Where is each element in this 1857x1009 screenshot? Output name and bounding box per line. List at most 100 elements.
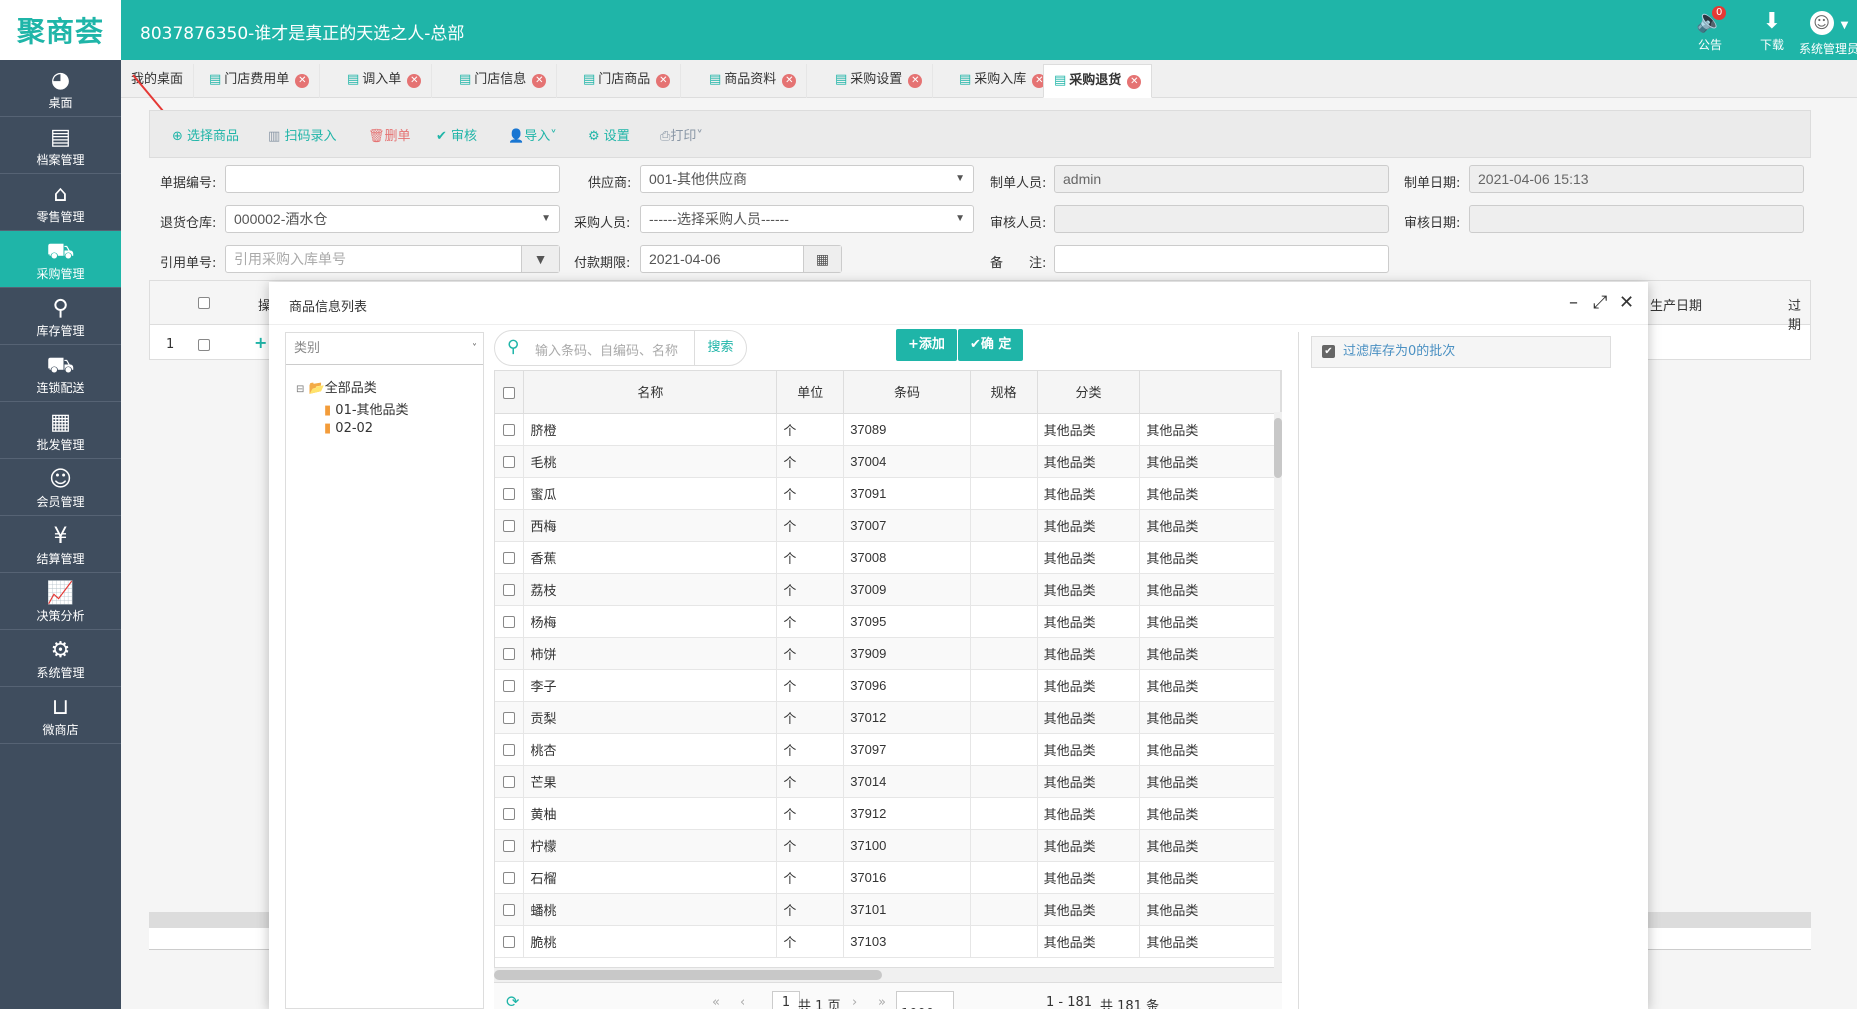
prev-page-icon[interactable]: ‹ (740, 995, 745, 1009)
user-menu[interactable]: ☺ ▼ 系统管理员 (1796, 8, 1857, 57)
print-button[interactable]: ⎙打印˅ (660, 125, 703, 144)
tab-store-expense[interactable]: ▤ 门店费用单 ✕ (199, 64, 321, 98)
pay-term-field[interactable]: 2021-04-06 ▦ (640, 245, 842, 273)
tab-transfer-in[interactable]: ▤ 调入单 ✕ (337, 64, 433, 98)
checkbox[interactable] (503, 488, 515, 501)
last-page-icon[interactable]: » (878, 995, 886, 1009)
first-page-icon[interactable]: « (712, 995, 720, 1009)
page-size-select[interactable]: 1000 ˅ (896, 991, 954, 1009)
checkbox[interactable] (503, 584, 515, 597)
delete-button[interactable]: 🗑删单 (368, 125, 411, 144)
sidebar-item-analysis[interactable]: 📈 决策分析 (0, 573, 121, 630)
checkbox[interactable] (503, 904, 515, 917)
checkbox[interactable] (503, 680, 515, 693)
close-icon[interactable]: ✕ (295, 74, 310, 88)
add-row-icon[interactable]: + (254, 333, 267, 352)
tab-purchase-settings[interactable]: ▤ 采购设置 ✕ (825, 64, 934, 98)
checkbox[interactable] (503, 744, 515, 757)
tab-store-info[interactable]: ▤ 门店信息 ✕ (449, 64, 558, 98)
filter-icon[interactable]: ▼ (521, 246, 559, 272)
checkbox[interactable] (503, 386, 516, 399)
download-button[interactable]: ⬇ 下载 (1742, 8, 1802, 53)
table-row[interactable]: 脆桃个 37103 其他品类 其他品类 (495, 925, 1281, 958)
checkbox[interactable] (503, 616, 515, 629)
calendar-icon[interactable]: ▦ (803, 246, 841, 272)
sidebar-item-archive[interactable]: ▤ 档案管理 (0, 117, 121, 174)
close-icon[interactable]: ✕ (782, 74, 797, 88)
checkbox[interactable] (503, 648, 515, 661)
checkbox[interactable] (503, 872, 515, 885)
tree-node-02[interactable]: ▮ 02-02 (324, 421, 373, 436)
page-input[interactable]: 1 (772, 991, 800, 1009)
supplier-select[interactable]: 001-其他供应商 ▼ (640, 165, 974, 193)
table-row[interactable]: 脐橙个 37089 其他品类 其他品类 (495, 413, 1281, 446)
sidebar-item-member[interactable]: ☺ 会员管理 (0, 459, 121, 516)
tab-purchase-inbound[interactable]: ▤ 采购入库 ✕ (949, 64, 1058, 98)
buyer-select[interactable]: ------选择采购人员------ ▼ (640, 205, 974, 233)
search-input[interactable]: 输入条码、自编码、名称 (535, 340, 678, 359)
select-all-goods[interactable] (495, 371, 525, 414)
sidebar-item-desktop[interactable]: ◕ 桌面 (0, 60, 121, 117)
doc-no-field[interactable] (225, 165, 560, 193)
checkbox[interactable] (503, 776, 515, 789)
column-header-unit[interactable]: 单位 (776, 371, 845, 414)
sidebar-item-inventory[interactable]: ⚲ 库存管理 (0, 288, 121, 345)
remark-field[interactable] (1054, 245, 1389, 273)
confirm-button[interactable]: ✔确 定 (958, 329, 1024, 361)
checkbox[interactable] (503, 424, 515, 437)
select-goods-button[interactable]: ⊕ 选择商品 (172, 125, 239, 144)
table-row[interactable]: 黄柚个 37912 其他品类 其他品类 (495, 797, 1281, 830)
sidebar-item-retail[interactable]: ⌂ 零售管理 (0, 174, 121, 231)
column-header-category[interactable]: 分类 (1037, 371, 1141, 414)
close-icon[interactable]: ✕ (656, 74, 671, 88)
add-button[interactable]: +添加 (896, 329, 957, 361)
close-icon[interactable]: ✕ (532, 74, 547, 88)
table-row[interactable]: 毛桃个 37004 其他品类 其他品类 (495, 445, 1281, 478)
tab-goods-data[interactable]: ▤ 商品资料 ✕ (699, 64, 808, 98)
table-row[interactable]: 贡梨个 37012 其他品类 其他品类 (495, 701, 1281, 734)
checkbox[interactable] (503, 456, 515, 469)
table-row[interactable]: 西梅个 37007 其他品类 其他品类 (495, 509, 1281, 542)
table-row[interactable]: 荔枝个 37009 其他品类 其他品类 (495, 573, 1281, 606)
tab-purchase-return[interactable]: ▤ 采购退货 ✕ (1043, 64, 1153, 98)
refresh-icon[interactable]: ⟳ (506, 992, 519, 1009)
table-row[interactable]: 杨梅个 37095 其他品类 其他品类 (495, 605, 1281, 638)
search-button[interactable]: 搜索 (694, 331, 746, 365)
filter-zero-stock-checkbox[interactable]: ✔ 过滤库存为0的批次 (1311, 336, 1611, 368)
settings-button[interactable]: ⚙ 设置 (588, 125, 630, 144)
tab-store-goods[interactable]: ▤ 门店商品 ✕ (573, 64, 682, 98)
horizontal-scrollbar[interactable] (494, 968, 1282, 982)
table-row[interactable]: 柠檬个 37100 其他品类 其他品类 (495, 829, 1281, 862)
table-row[interactable]: 桃杏个 37097 其他品类 其他品类 (495, 733, 1281, 766)
ref-field[interactable]: 引用采购入库单号 ▼ (225, 245, 560, 273)
close-icon[interactable]: ✕ (1127, 75, 1142, 89)
close-icon[interactable]: ✕ (908, 74, 923, 88)
close-icon[interactable]: ✕ (407, 74, 422, 88)
column-header-barcode[interactable]: 条码 (843, 371, 971, 414)
minimize-icon[interactable]: – (1569, 292, 1578, 313)
import-button[interactable]: 👤导入˅ (508, 125, 557, 144)
checkbox[interactable] (503, 520, 515, 533)
sidebar-item-distribution[interactable]: ⛟ 连锁配送 (0, 345, 121, 402)
table-row[interactable]: 蟠桃个 37101 其他品类 其他品类 (495, 893, 1281, 926)
checkbox[interactable] (503, 840, 515, 853)
checkbox[interactable] (503, 552, 515, 565)
scan-entry-button[interactable]: ▥ 扫码录入 (268, 125, 336, 144)
table-row[interactable]: 蜜瓜个 37091 其他品类 其他品类 (495, 477, 1281, 510)
close-icon[interactable]: ✕ (1619, 292, 1634, 313)
tree-node-root[interactable]: ⊟ 📂全部品类 (296, 377, 377, 396)
table-row[interactable]: 李子个 37096 其他品类 其他品类 (495, 669, 1281, 702)
checkbox[interactable] (503, 808, 515, 821)
table-row[interactable]: 香蕉个 37008 其他品类 其他品类 (495, 541, 1281, 574)
vertical-scrollbar[interactable] (1274, 412, 1282, 968)
row-checkbox[interactable] (198, 339, 210, 351)
sidebar-item-system[interactable]: ⚙ 系统管理 (0, 630, 121, 687)
sidebar-item-settlement[interactable]: ¥ 结算管理 (0, 516, 121, 573)
select-all-checkbox[interactable] (198, 297, 210, 309)
checkbox[interactable] (503, 712, 515, 725)
checkbox[interactable] (503, 936, 515, 949)
maximize-icon[interactable]: ⤢ (1593, 292, 1607, 313)
column-header-name[interactable]: 名称 (523, 371, 778, 414)
sidebar-item-wholesale[interactable]: ▦ 批发管理 (0, 402, 121, 459)
table-row[interactable]: 柿饼个 37909 其他品类 其他品类 (495, 637, 1281, 670)
